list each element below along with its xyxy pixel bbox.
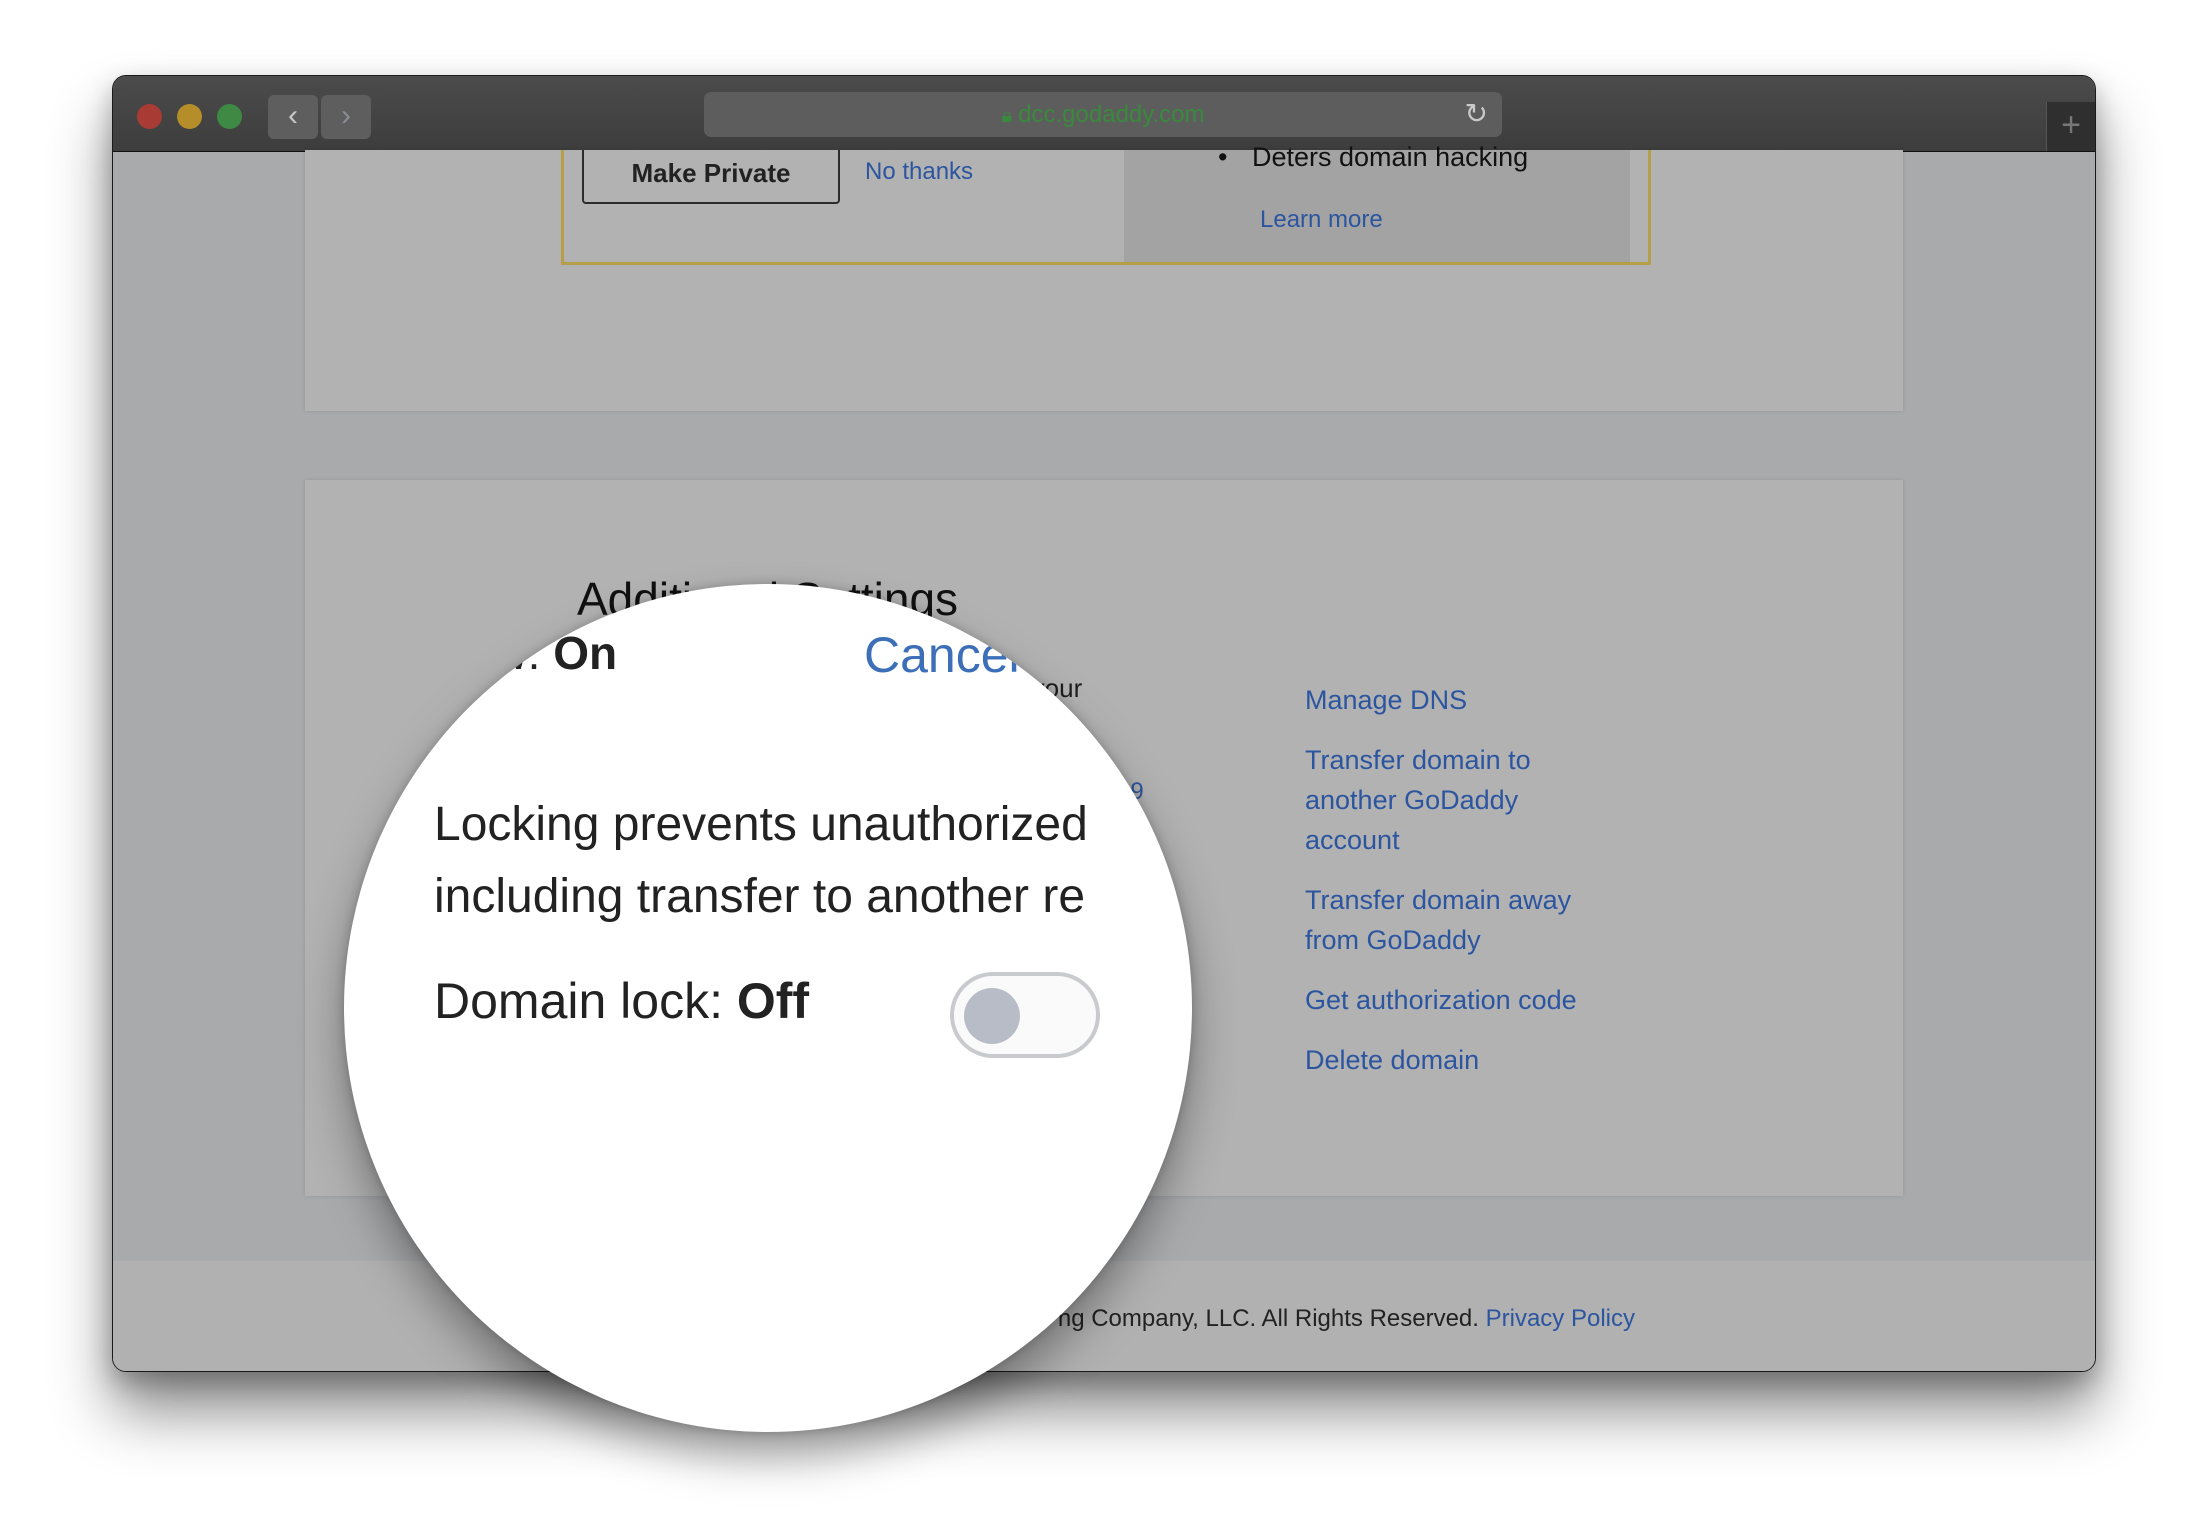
transfer-to-godaddy-account-link[interactable]: Transfer domain to another GoDaddy accou… xyxy=(1305,740,1575,860)
reload-icon[interactable]: ↻ xyxy=(1465,96,1488,132)
domain-lock-status: Domain lock: Off xyxy=(434,972,809,1030)
description-line: including transfer to another re xyxy=(434,870,1086,923)
address-bar[interactable]: 🔒︎ dcc.godaddy.com ↻ xyxy=(704,92,1502,137)
make-private-button[interactable]: Make Private xyxy=(582,150,840,204)
transfer-away-link[interactable]: Transfer domain away from GoDaddy xyxy=(1305,880,1625,960)
delete-domain-link[interactable]: Delete domain xyxy=(1305,1040,1705,1080)
back-button[interactable]: ‹ xyxy=(268,95,318,139)
privacy-policy-link[interactable]: Privacy Policy xyxy=(1486,1305,1635,1332)
privacy-upsell-box: Make Private No thanks Deters domain hac… xyxy=(561,142,1651,265)
domain-lock-label: Domain lock: xyxy=(434,973,737,1029)
close-window-button[interactable] xyxy=(137,104,162,129)
new-tab-button[interactable]: + xyxy=(2046,102,2095,151)
url-display[interactable]: 🔒︎ dcc.godaddy.com xyxy=(704,92,1502,137)
get-authorization-code-link[interactable]: Get authorization code xyxy=(1305,980,1705,1020)
url-text: dcc.godaddy.com xyxy=(1018,101,1205,128)
lock-icon: 🔒︎ xyxy=(1001,105,1013,127)
zoom-window-button[interactable] xyxy=(217,104,242,129)
privacy-card: Make Private No thanks Deters domain hac… xyxy=(305,142,1903,411)
description-line: Locking prevents unauthorized xyxy=(434,798,1088,851)
no-thanks-link[interactable]: No thanks xyxy=(865,158,973,186)
chevron-left-icon: ‹ xyxy=(288,99,298,132)
toggle-knob[interactable] xyxy=(964,988,1020,1044)
chevron-right-icon: › xyxy=(341,99,351,132)
learn-more-link[interactable]: Learn more xyxy=(1260,206,1383,234)
auto-renew-value: On xyxy=(553,627,618,679)
auto-renew-label: o renew: xyxy=(364,627,554,679)
cancel-auto-renew-link[interactable]: Cancel xyxy=(864,626,1020,684)
settings-links: Manage DNS Transfer domain to another Go… xyxy=(1305,680,1705,1100)
auto-renew-status: o renew: On xyxy=(364,626,617,680)
plus-icon: + xyxy=(2061,106,2081,144)
domain-lock-value: Off xyxy=(736,973,810,1029)
magnifier-callout: o renew: On Cancel Locking prevents unau… xyxy=(344,584,1192,1432)
browser-titlebar: ‹ › 🔒︎ dcc.godaddy.com ↻ + xyxy=(113,76,2095,152)
benefit-item: Deters domain hacking xyxy=(1218,142,1528,173)
forward-button[interactable]: › xyxy=(321,95,371,139)
privacy-benefits-panel: Deters domain hacking Learn more xyxy=(1124,142,1630,262)
domain-lock-description: Locking prevents unauthorized including … xyxy=(434,789,1088,933)
magnified-content: o renew: On Cancel Locking prevents unau… xyxy=(344,584,1192,1432)
manage-dns-link[interactable]: Manage DNS xyxy=(1305,680,1705,720)
domain-lock-toggle[interactable] xyxy=(950,972,1100,1058)
minimize-window-button[interactable] xyxy=(177,104,202,129)
